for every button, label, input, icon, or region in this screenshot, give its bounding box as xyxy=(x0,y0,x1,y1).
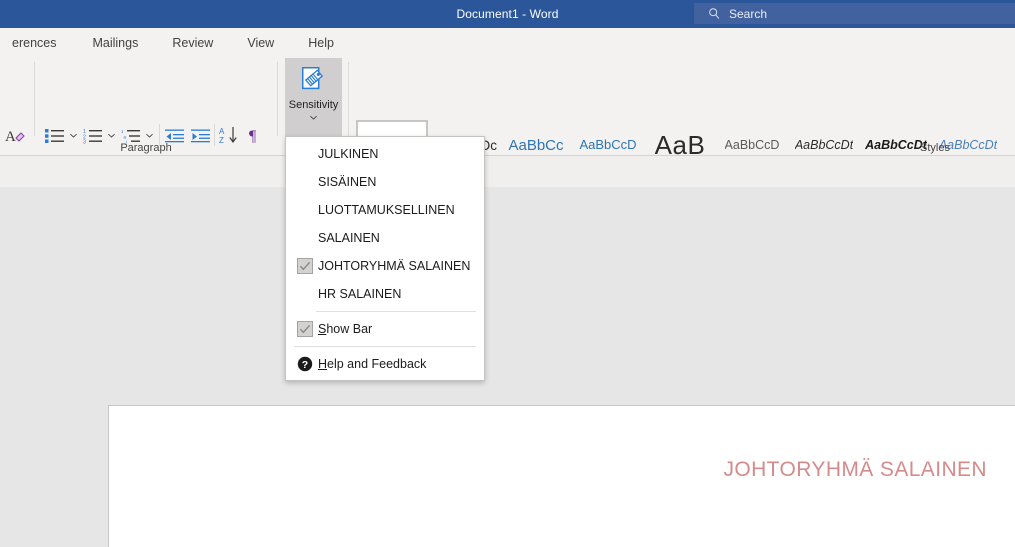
menu-item-help-and-feedback[interactable]: ? Help and Feedback xyxy=(286,350,484,378)
tab-label: Mailings xyxy=(92,36,139,50)
chevron-down-icon xyxy=(310,115,317,120)
menu-item-check-gutter xyxy=(292,321,318,337)
chevron-down-icon xyxy=(107,133,115,138)
search-icon xyxy=(709,8,720,19)
menu-item-label: Show Bar xyxy=(318,322,372,336)
increase-indent-icon xyxy=(191,129,210,143)
menu-item-hr-salainen[interactable]: HR SALAINEN xyxy=(286,280,484,308)
bullet-list-button[interactable] xyxy=(44,126,66,146)
document-sensitivity-label: JOHTORYHMÄ SALAINEN xyxy=(723,458,987,481)
menu-item-label: HR SALAINEN xyxy=(318,287,402,301)
document-page[interactable]: JOHTORYHMÄ SALAINEN xyxy=(108,405,1015,547)
menu-item-show-bar[interactable]: Show Bar xyxy=(286,315,484,343)
group-separator xyxy=(34,62,35,136)
tab-label: Help xyxy=(308,36,334,50)
menu-item-label: SALAINEN xyxy=(318,231,380,245)
svg-text:¶: ¶ xyxy=(249,128,257,144)
menu-item-label-rest: how Bar xyxy=(326,322,373,336)
menu-item-label: SISÄINEN xyxy=(318,175,377,189)
clear-formatting-icon: A xyxy=(5,129,25,145)
styles-group-label: Styles xyxy=(920,142,950,154)
menu-item-label: Help and Feedback xyxy=(318,357,426,371)
ruler-strip xyxy=(0,156,1015,187)
menu-separator xyxy=(294,346,476,347)
svg-text:A: A xyxy=(219,127,225,136)
svg-text:?: ? xyxy=(302,359,308,371)
style-preview: AaBbCcD xyxy=(579,138,637,153)
menu-item-label: JOHTORYHMÄ SALAINEN xyxy=(318,259,471,273)
document-canvas: JOHTORYHMÄ SALAINEN xyxy=(0,187,1015,547)
menu-item-label-rest: elp and Feedback xyxy=(327,357,427,371)
menu-item-julkinen[interactable]: JULKINEN xyxy=(286,140,484,168)
tab-mailings[interactable]: Mailings xyxy=(80,28,150,58)
help-question-icon: ? xyxy=(297,356,313,372)
tab-help[interactable]: Help xyxy=(296,28,346,58)
clear-all-formatting-button[interactable]: A xyxy=(2,124,30,148)
tab-label: View xyxy=(247,36,275,50)
menu-item-check-gutter: ? xyxy=(292,356,318,372)
document-title: Document1 - Word xyxy=(456,7,559,21)
search-input[interactable]: Search xyxy=(694,3,1015,24)
menu-item-salainen[interactable]: SALAINEN xyxy=(286,224,484,252)
tab-references[interactable]: erences xyxy=(0,28,68,58)
chevron-down-icon xyxy=(145,133,153,138)
sensitivity-dropdown-menu: JULKINEN SISÄINEN LUOTTAMUKSELLINEN SALA… xyxy=(285,136,485,381)
tab-label: Review xyxy=(172,36,214,50)
sort-button[interactable]: A Z xyxy=(218,124,240,146)
style-preview: AaBbCcD xyxy=(724,138,780,153)
sensitivity-button-label: Sensitivity xyxy=(288,99,339,111)
menu-item-check-gutter xyxy=(292,258,318,274)
svg-text:Z: Z xyxy=(219,136,224,144)
style-preview: AaBbCc xyxy=(508,136,564,154)
menu-item-accelerator: H xyxy=(318,357,328,371)
numbered-list-dropdown[interactable] xyxy=(104,128,118,142)
tab-label: erences xyxy=(12,36,57,50)
svg-text:1: 1 xyxy=(121,129,124,134)
menu-separator xyxy=(316,311,476,312)
title-bar: Document1 - Word Search xyxy=(0,0,1015,28)
sensitivity-button[interactable]: Sensitivity xyxy=(285,58,342,136)
increase-indent-button[interactable] xyxy=(190,126,212,146)
ribbon: A A xyxy=(0,58,1015,211)
style-preview: AaBbCcDt xyxy=(794,138,854,153)
multilevel-list-dropdown[interactable] xyxy=(142,128,156,142)
bullet-list-icon xyxy=(45,129,64,143)
group-separator xyxy=(214,124,215,146)
checkbox-checked-icon xyxy=(297,258,313,274)
group-separator xyxy=(348,62,349,136)
svg-text:A: A xyxy=(5,129,16,145)
search-placeholder: Search xyxy=(729,6,768,21)
tab-review[interactable]: Review xyxy=(160,28,225,58)
bullet-list-dropdown[interactable] xyxy=(66,128,80,142)
word-application-window: Document1 - Word Search erences Mailings… xyxy=(0,0,1015,547)
pilcrow-icon: ¶ xyxy=(249,128,257,144)
paragraph-group-label: Paragraph xyxy=(120,142,172,154)
chevron-down-icon xyxy=(69,133,77,138)
menu-item-luottamuksellinen[interactable]: LUOTTAMUKSELLINEN xyxy=(286,196,484,224)
tab-view[interactable]: View xyxy=(235,28,286,58)
menu-item-sisainen[interactable]: SISÄINEN xyxy=(286,168,484,196)
show-formatting-marks-button[interactable]: ¶ xyxy=(246,124,266,146)
checkbox-checked-icon xyxy=(297,321,313,337)
menu-item-label: JULKINEN xyxy=(318,147,379,161)
sort-az-icon: A Z xyxy=(219,127,237,144)
group-separator xyxy=(277,62,278,136)
menu-item-johtoryhma-salainen[interactable]: JOHTORYHMÄ SALAINEN xyxy=(286,252,484,280)
menu-item-label: LUOTTAMUKSELLINEN xyxy=(318,203,455,217)
ribbon-tab-strip: erences Mailings Review View Help xyxy=(0,28,1015,58)
sensitivity-label-icon xyxy=(301,67,323,90)
svg-text:3: 3 xyxy=(83,140,86,144)
